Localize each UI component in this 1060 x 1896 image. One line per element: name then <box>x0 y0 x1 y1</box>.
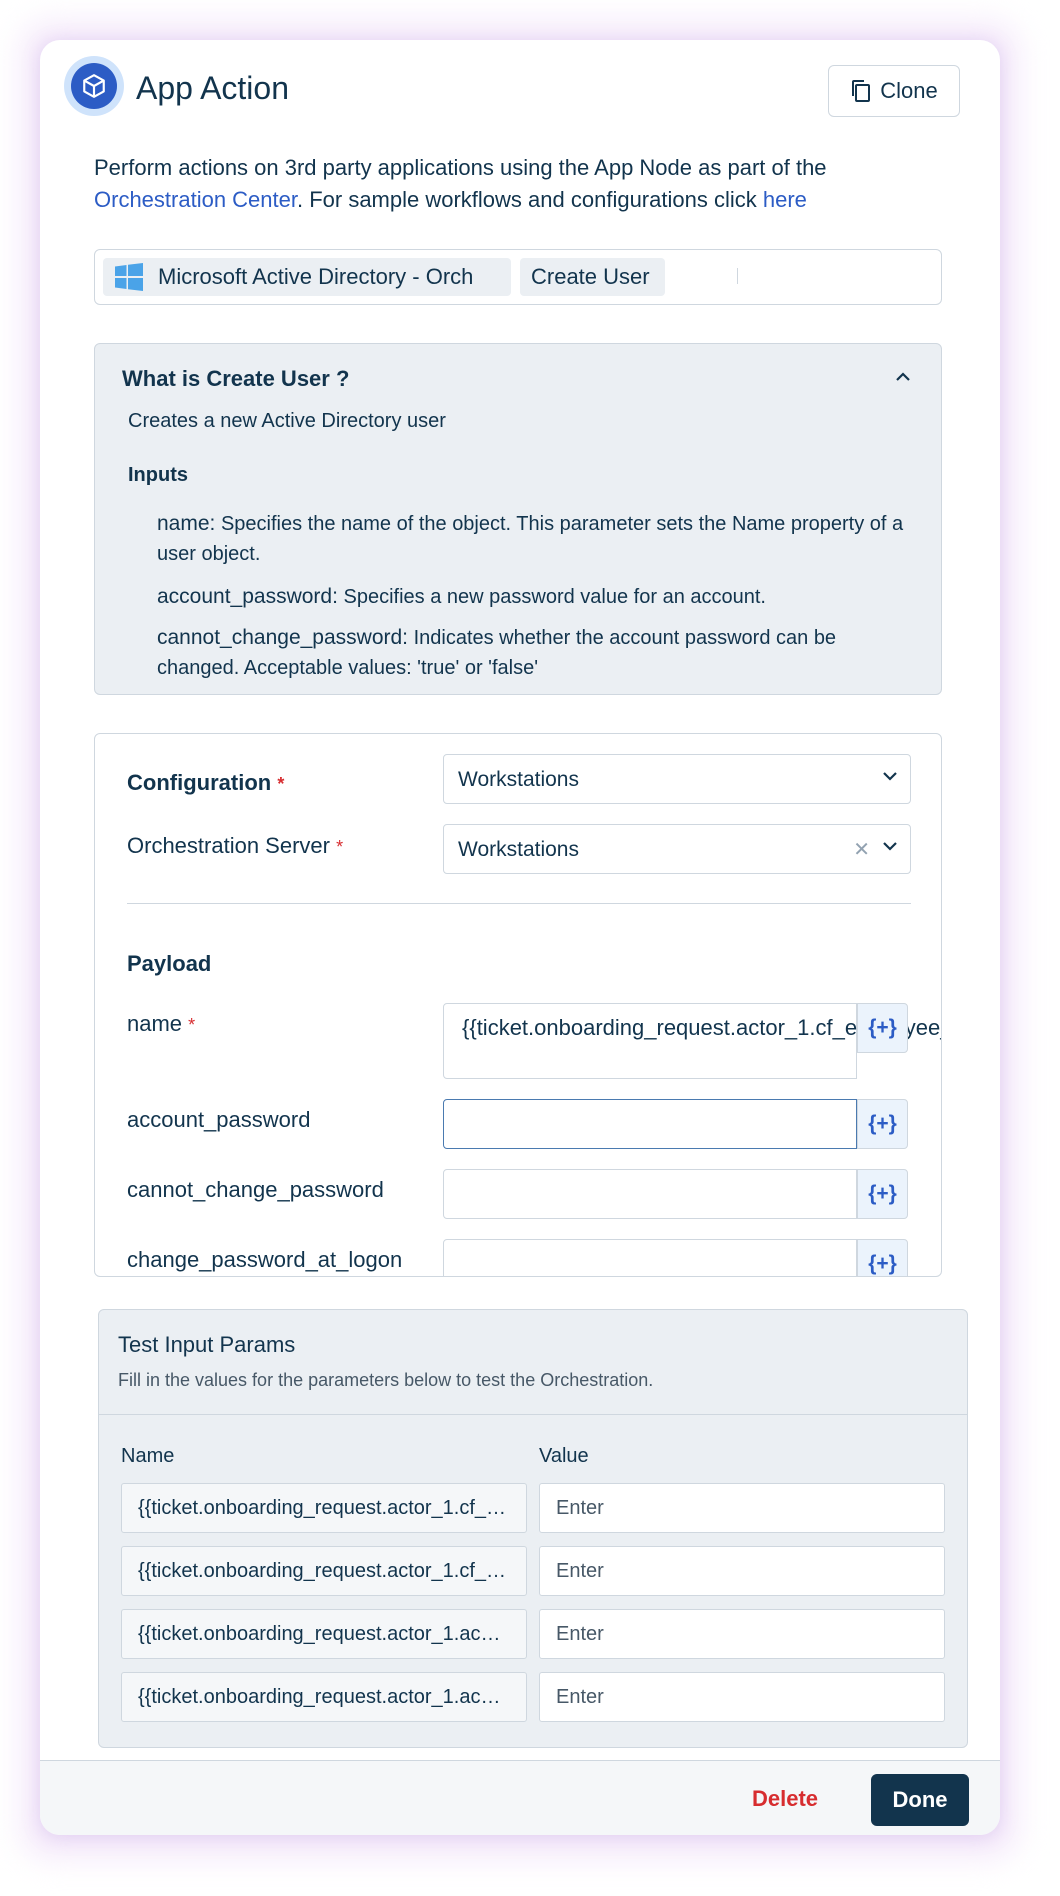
insert-placeholder-button[interactable]: {+} <box>857 1003 908 1053</box>
test-param-name: {{ticket.onboarding_request.actor_1.acco… <box>121 1609 527 1659</box>
test-param-value-input[interactable]: Enter <box>539 1609 945 1659</box>
chevron-up-icon[interactable] <box>895 372 911 382</box>
payload-field-label: change_password_at_logon <box>127 1247 402 1273</box>
orchestration-center-link[interactable]: Orchestration Center <box>94 187 297 212</box>
value-column-header: Value <box>539 1445 589 1467</box>
panel-description: Perform actions on 3rd party application… <box>94 152 954 216</box>
app-chip[interactable]: Microsoft Active Directory - Orch <box>103 258 511 296</box>
action-chip-label: Create User <box>531 264 650 289</box>
info-description: Creates a new Active Directory user <box>128 410 446 432</box>
description-text-1: Perform actions on 3rd party application… <box>94 155 827 180</box>
panel-title: App Action <box>136 70 289 106</box>
delete-button[interactable]: Delete <box>752 1777 818 1821</box>
payload-field-label-text: account_password <box>127 1107 311 1132</box>
orchestration-server-label: Orchestration Server * <box>127 833 343 859</box>
orchestration-server-select[interactable]: Workstations ✕ <box>443 824 911 874</box>
orchestration-server-value: Workstations <box>458 838 579 861</box>
test-divider <box>99 1414 967 1415</box>
insert-placeholder-button[interactable]: {+} <box>857 1169 908 1219</box>
param-text: Specifies a new password value for an ac… <box>343 586 766 608</box>
payload-field-label-text: name <box>127 1011 183 1036</box>
configuration-select[interactable]: Workstations <box>443 754 911 804</box>
account-password-field[interactable] <box>443 1099 857 1149</box>
param-name: cannot_change_password: <box>157 626 409 649</box>
windows-icon <box>115 263 143 291</box>
info-title: What is Create User ? <box>122 366 350 391</box>
change-password-at-logon-field[interactable] <box>443 1239 857 1276</box>
form-divider <box>127 903 911 904</box>
payload-field-label: name * <box>127 1011 195 1037</box>
param-description: name: Specifies the name of the object. … <box>157 509 917 569</box>
cube-icon <box>83 74 105 98</box>
param-description: account_password: Specifies a new passwo… <box>157 582 917 612</box>
cannot-change-password-field[interactable] <box>443 1169 857 1219</box>
param-text: Specifies the name of the object. This p… <box>157 513 904 565</box>
payload-field-label-text: cannot_change_password <box>127 1177 384 1202</box>
clone-label: Clone <box>880 78 938 103</box>
inputs-heading: Inputs <box>128 464 188 486</box>
test-param-value-input[interactable]: Enter <box>539 1546 945 1596</box>
action-chip[interactable]: Create User <box>520 258 665 296</box>
payload-field-label: cannot_change_password <box>127 1177 384 1203</box>
param-description: cannot_change_password: Indicates whethe… <box>157 623 917 683</box>
required-mark: * <box>336 837 344 857</box>
test-input-params: Test Input Params Fill in the values for… <box>98 1309 968 1748</box>
app-action-icon <box>64 56 124 116</box>
insert-placeholder-button[interactable]: {+} <box>857 1239 908 1276</box>
param-name: account_password: <box>157 585 338 608</box>
configuration-label-text: Configuration <box>127 770 272 795</box>
configuration-label: Configuration * <box>127 770 284 796</box>
chevron-down-icon <box>883 842 897 851</box>
test-param-value-input[interactable]: Enter <box>539 1672 945 1722</box>
test-param-value-input[interactable]: Enter <box>539 1483 945 1533</box>
panel-header: App Action Clone <box>40 40 1000 140</box>
clone-button[interactable]: Clone <box>828 65 960 117</box>
copy-icon <box>852 80 871 102</box>
required-mark: * <box>277 774 285 794</box>
app-chip-label: Microsoft Active Directory - Orch <box>158 264 474 289</box>
description-text-2: . For sample workflows and configuration… <box>296 187 763 212</box>
param-name: name: <box>157 512 216 535</box>
done-button[interactable]: Done <box>871 1774 969 1826</box>
insert-placeholder-button[interactable]: {+} <box>857 1099 908 1149</box>
app-action-selector[interactable]: Microsoft Active Directory - Orch Create… <box>94 249 942 305</box>
payload-heading: Payload <box>127 951 212 976</box>
app-action-panel: App Action Clone Perform actions on 3rd … <box>40 40 1000 1835</box>
test-param-name: {{ticket.onboarding_request.actor_1.cf_e… <box>121 1483 527 1533</box>
payload-field-label-text: change_password_at_logon <box>127 1247 403 1272</box>
here-link[interactable]: here <box>763 187 807 212</box>
configuration-form: Configuration * Workstations Orchestrati… <box>94 733 942 1277</box>
test-subtitle: Fill in the values for the parameters be… <box>118 1370 654 1390</box>
test-param-name: {{ticket.onboarding_request.actor_1.cf_e… <box>121 1546 527 1596</box>
text-cursor <box>737 268 738 284</box>
payload-field-label: account_password <box>127 1107 310 1133</box>
clear-icon[interactable]: ✕ <box>853 837 870 862</box>
required-mark: * <box>188 1015 196 1035</box>
configuration-value: Workstations <box>458 768 579 791</box>
name-column-header: Name <box>121 1445 175 1467</box>
action-info-box: What is Create User ? Creates a new Acti… <box>94 343 942 695</box>
panel-footer: Delete Done <box>40 1760 1000 1835</box>
orchestration-server-label-text: Orchestration Server <box>127 833 330 858</box>
chevron-down-icon <box>883 772 897 781</box>
test-param-name: {{ticket.onboarding_request.actor_1.acco… <box>121 1672 527 1722</box>
test-title: Test Input Params <box>118 1332 296 1357</box>
name-field[interactable]: {{ticket.onboarding_request.actor_1.cf_e… <box>443 1003 941 1079</box>
